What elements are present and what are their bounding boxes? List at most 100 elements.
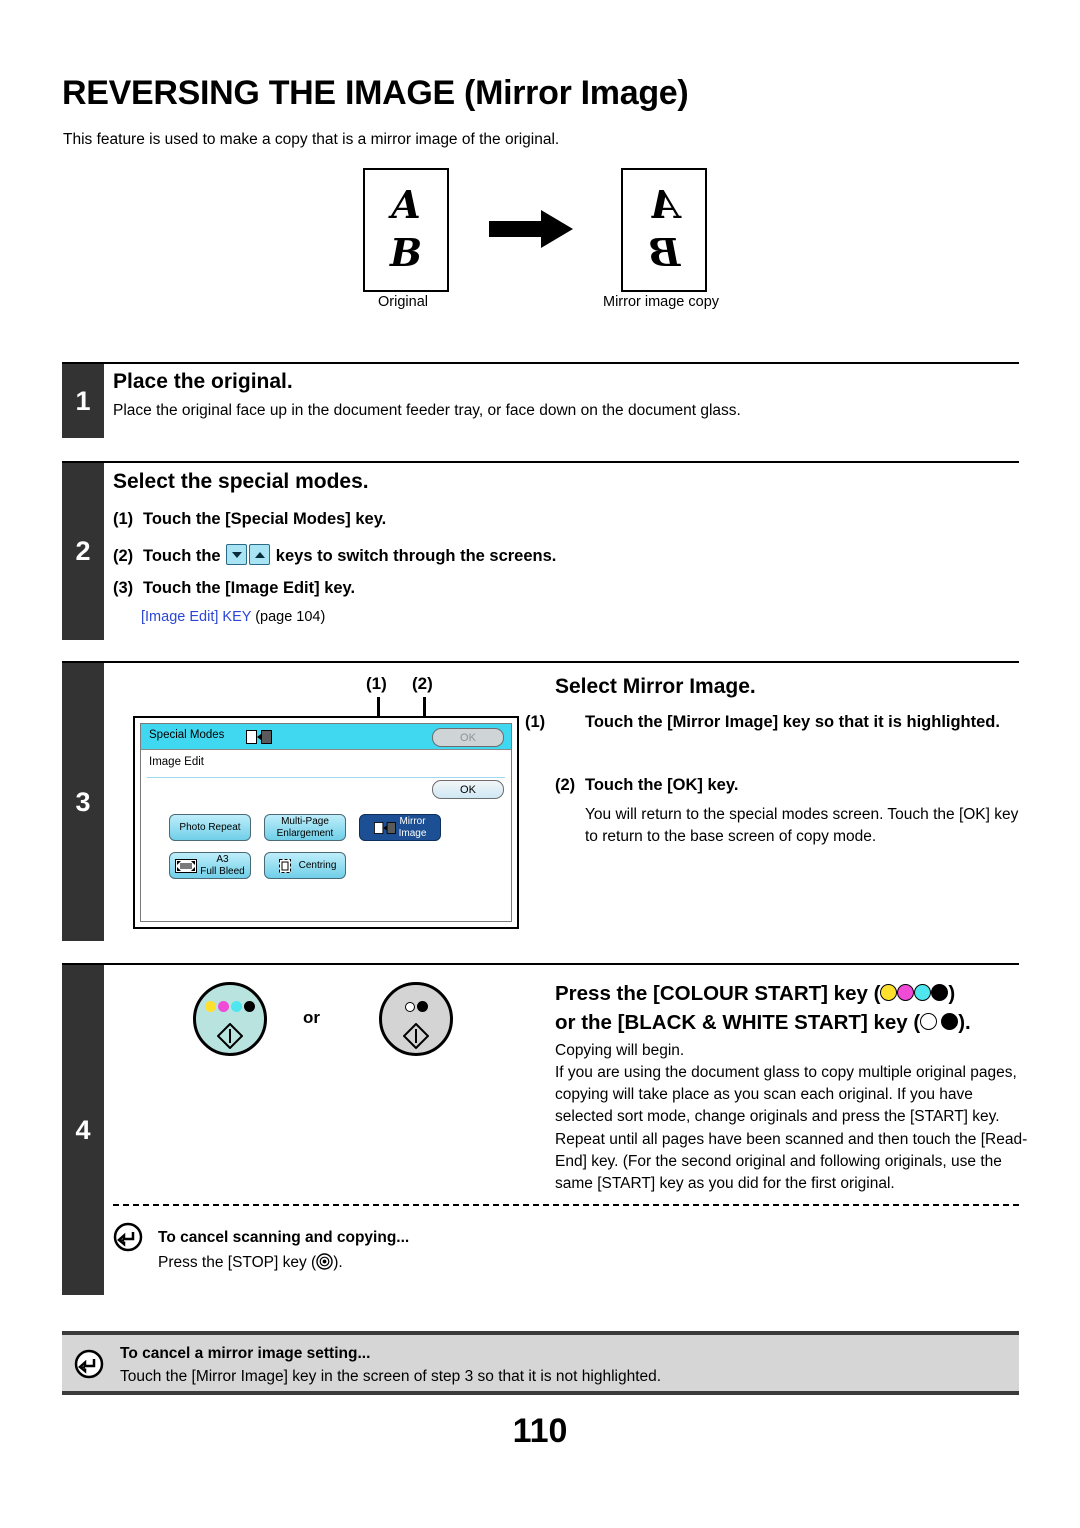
centring-icon <box>278 858 291 873</box>
special-modes-titlebar: Special Modes OK <box>141 724 511 750</box>
step-1-body: Place the original face up in the docume… <box>113 402 741 419</box>
image-edit-key-link[interactable]: [Image Edit] KEY <box>141 609 251 625</box>
special-modes-ok-button[interactable]: OK <box>432 728 504 747</box>
step-3-heading: Select Mirror Image. <box>555 675 756 698</box>
centring-label: Centring <box>298 859 337 871</box>
black-circle-glyph <box>931 984 949 1001</box>
step-1-number: 1 <box>62 364 104 438</box>
step-3-substep-1: (1) Touch the [Mirror Image] key so that … <box>525 713 1055 732</box>
magenta-dot-icon <box>218 1001 229 1013</box>
step-4-heading-line1: Press the [COLOUR START] key () <box>555 982 955 1006</box>
cancel-mirror-note: To cancel a mirror image setting... Touc… <box>62 1331 1019 1395</box>
page-title: REVERSING THE IMAGE (Mirror Image) <box>62 74 689 112</box>
step-2-substep-2: (2) Touch the keys to switch through the … <box>113 544 556 566</box>
yellow-dot-icon <box>205 1001 216 1013</box>
step-4-body: Copying will begin. If you are using the… <box>555 1042 1028 1192</box>
step-2-heading: Select the special modes. <box>113 470 369 493</box>
step-3-substep-2-text: Touch the [OK] key. <box>585 776 739 794</box>
a3-full-bleed-label: A3 Full Bleed <box>200 854 245 877</box>
start-diamond-icon <box>217 1023 243 1049</box>
step-4-heading-line2-prefix: or the [BLACK & WHITE START] key ( <box>555 1011 921 1034</box>
image-edit-key-reference[interactable]: [Image Edit] KEY (page 104) <box>141 609 325 625</box>
mirror-glyph-b: B <box>647 230 681 275</box>
white-circle-glyph <box>920 1013 938 1030</box>
step-1-heading: Place the original. <box>113 370 293 393</box>
mirror-illustration: A B A B Original Mirror image copy <box>355 168 775 318</box>
cancel-scanning-note-title: To cancel scanning and copying... <box>158 1229 410 1246</box>
black-dot-icon-bw <box>416 1001 428 1013</box>
step-3-number: 3 <box>62 663 104 941</box>
callout-1-label: (1) <box>366 674 387 693</box>
step-3-rule <box>62 661 1019 663</box>
step-4-number: 4 <box>62 965 104 1295</box>
image-edit-label: Image Edit <box>149 756 204 768</box>
cancel-return-icon <box>113 1222 143 1252</box>
step-2-substep-3: (3) Touch the [Image Edit] key. <box>113 579 355 598</box>
mirror-image-button-icon <box>373 821 396 834</box>
original-glyph-a: A <box>391 182 421 227</box>
scroll-down-key-icon[interactable] <box>226 544 248 565</box>
step-4-heading-line1-suffix: ) <box>948 982 956 1005</box>
yellow-circle-glyph <box>880 984 898 1001</box>
mirror-copy-caption: Mirror image copy <box>602 294 720 310</box>
step-3-body: You will return to the special modes scr… <box>585 806 1019 846</box>
cancel-scanning-note-suffix: ). <box>333 1254 343 1271</box>
image-edit-key-page: (page 104) <box>255 609 326 625</box>
photo-repeat-button[interactable]: Photo Repeat <box>169 814 251 841</box>
or-label: or <box>303 1008 320 1027</box>
step-2-substep-2-text-after: keys to switch through the screens. <box>275 547 557 565</box>
step-4-heading-line2-suffix: ). <box>958 1011 971 1034</box>
step-4-heading-line1-prefix: Press the [COLOUR START] key ( <box>555 982 881 1005</box>
mirror-image-icon <box>246 730 272 744</box>
step-4-separator <box>113 1204 1019 1206</box>
mirror-image-button[interactable]: Mirror Image <box>359 814 441 841</box>
cyan-dot-icon <box>231 1001 242 1013</box>
a3-full-bleed-button[interactable]: A3 Full Bleed <box>169 852 251 879</box>
scroll-up-key-icon[interactable] <box>249 544 271 565</box>
callout-2-label: (2) <box>412 674 433 693</box>
full-bleed-icon <box>175 858 198 873</box>
step-2-rule <box>62 461 1019 463</box>
step-3-substep-2: (2) Touch the [OK] key. <box>555 776 738 795</box>
step-2-substep-1-text: Touch the [Special Modes] key. <box>143 510 387 528</box>
step-4-heading-line2: or the [BLACK & WHITE START] key (). <box>555 1011 971 1035</box>
step-3-substep-2-index: (2) <box>555 776 576 794</box>
intro-text: This feature is used to make a copy that… <box>63 131 560 148</box>
special-modes-label: Special Modes <box>149 729 225 741</box>
image-edit-ok-button[interactable]: OK <box>432 780 504 799</box>
right-arrow-icon <box>489 210 573 248</box>
touch-panel-bezel: Special Modes OK Image Edit OK Photo Rep… <box>133 716 519 929</box>
step-2-number: 2 <box>62 463 104 640</box>
cancel-return-icon-bottom <box>74 1349 104 1379</box>
step-1-rule <box>62 362 1019 364</box>
mirror-image-button-label: Mirror Image <box>398 816 427 839</box>
magenta-circle-glyph <box>897 984 915 1001</box>
step-3-substep-1-text: Touch the [Mirror Image] key so that it … <box>585 713 1000 731</box>
multi-page-enlargement-button[interactable]: Multi-Page Enlargement <box>264 814 346 841</box>
step-2-substep-3-index: (3) <box>113 579 134 597</box>
mirror-glyph-a: A <box>649 182 679 227</box>
colour-start-key-graphic[interactable] <box>193 982 267 1056</box>
step-4-rule <box>62 963 1019 965</box>
touch-panel-mockup: Special Modes OK Image Edit OK Photo Rep… <box>133 716 519 929</box>
black-circle-glyph-2 <box>941 1013 959 1030</box>
cancel-mirror-note-body: Touch the [Mirror Image] key in the scre… <box>120 1368 662 1385</box>
step-3-substep-1-index: (1) <box>525 713 546 731</box>
mirror-copy-sheet: A B <box>621 168 707 292</box>
stop-key-icon <box>316 1253 333 1270</box>
cancel-scanning-note-body: Press the [STOP] key (). <box>158 1253 343 1272</box>
cancel-mirror-note-title: To cancel a mirror image setting... <box>120 1345 371 1362</box>
colour-start-dots <box>196 998 264 1016</box>
step-2-substep-1-index: (1) <box>113 510 134 528</box>
black-dot-icon <box>244 1001 255 1013</box>
cancel-scanning-note-prefix: Press the [STOP] key ( <box>158 1254 317 1271</box>
centring-button[interactable]: Centring <box>264 852 346 879</box>
black-white-start-key-graphic[interactable] <box>379 982 453 1056</box>
original-glyph-b: B <box>389 230 423 275</box>
manual-page: REVERSING THE IMAGE (Mirror Image) This … <box>0 0 1080 1528</box>
bw-start-dots <box>382 998 450 1016</box>
panel-divider <box>147 777 505 778</box>
step-2-substep-3-text: Touch the [Image Edit] key. <box>143 579 356 597</box>
original-sheet: A B <box>363 168 449 292</box>
page-number: 110 <box>512 1412 568 1450</box>
